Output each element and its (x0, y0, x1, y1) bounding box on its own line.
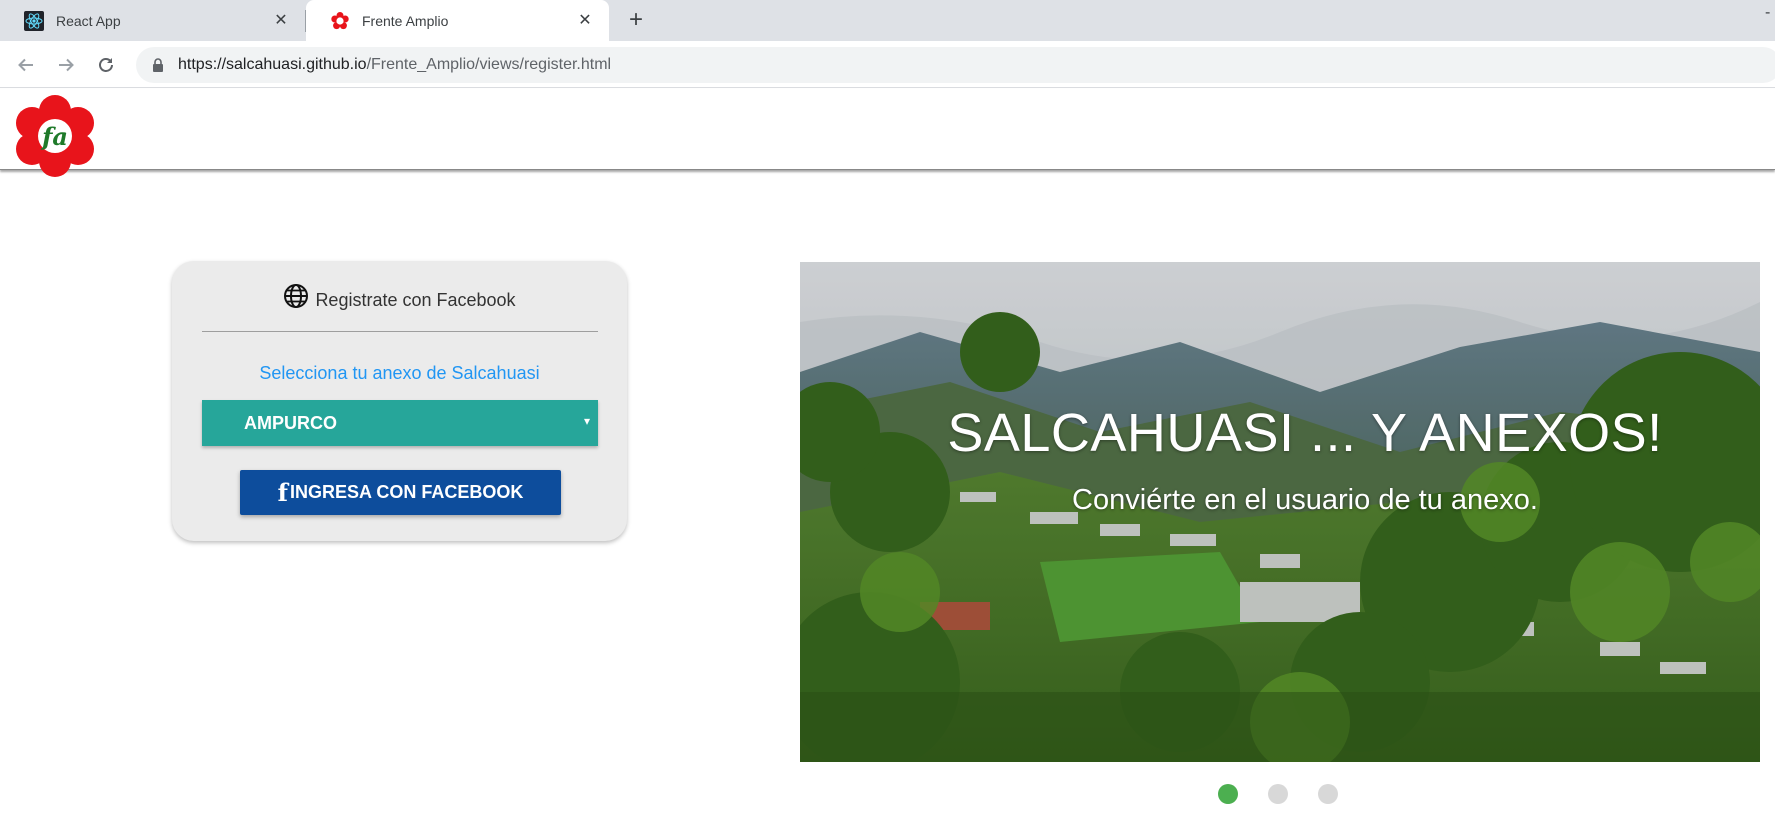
back-arrow-icon[interactable] (14, 53, 38, 77)
minimize-icon[interactable]: - (1765, 4, 1775, 21)
slider-dot-1[interactable] (1218, 784, 1238, 804)
tab-title: React App (56, 12, 121, 29)
slider-dot-2[interactable] (1268, 784, 1288, 804)
annex-select[interactable]: AMPURCO ▾ (202, 400, 598, 446)
react-icon (24, 10, 44, 31)
facebook-icon: f (277, 477, 288, 507)
new-tab-button[interactable]: + (624, 8, 648, 33)
close-tab-icon[interactable]: ✕ (271, 11, 291, 31)
slide-subtitle: Conviérte en el usuario de tu anexo. (1072, 484, 1538, 516)
facebook-login-button[interactable]: f INGRESA CON FACEBOOK (240, 470, 561, 515)
hero-slider[interactable]: SALCAHUASI ... Y ANEXOS! Conviérte en el… (800, 262, 1760, 762)
register-card: Registrate con Facebook Selecciona tu an… (172, 261, 627, 541)
slider-dot-3[interactable] (1318, 784, 1338, 804)
browser-tabstrip: React App ✕ Frente Amplio ✕ + - (0, 0, 1775, 41)
globe-icon (283, 283, 309, 309)
forward-arrow-icon[interactable] (54, 53, 78, 77)
slide-caption: SALCAHUASI ... Y ANEXOS! Conviérte en el… (800, 402, 1760, 517)
card-title-text: Registrate con Facebook (315, 290, 516, 310)
lock-icon (150, 57, 166, 73)
url-host: https://salcahuasi.github.io (178, 56, 367, 73)
card-title: Registrate con Facebook (172, 283, 627, 311)
annex-label: Selecciona tu anexo de Salcahuasi (259, 363, 540, 383)
url-path: /Frente_Amplio/views/register.html (366, 56, 612, 73)
chevron-down-icon: ▾ (583, 414, 590, 428)
svg-text:fa: fa (40, 122, 68, 151)
frente-amplio-flower-icon (330, 11, 350, 31)
frente-amplio-logo[interactable]: fa (12, 93, 98, 179)
address-bar[interactable]: https://salcahuasi.github.io/Frente_Ampl… (136, 47, 1775, 83)
facebook-login-label: INGRESA CON FACEBOOK (289, 482, 524, 502)
annex-selected-value: AMPURCO (244, 412, 337, 433)
slider-indicators (1218, 784, 1348, 804)
divider (202, 331, 598, 332)
reload-icon[interactable] (94, 53, 118, 77)
url-text: https://salcahuasi.github.io/Frente_Ampl… (178, 56, 611, 74)
slide-title: SALCAHUASI ... Y ANEXOS! (947, 403, 1663, 463)
site-header: fa (0, 89, 1775, 177)
tab-frente-amplio[interactable]: Frente Amplio ✕ (306, 0, 609, 41)
close-tab-icon[interactable]: ✕ (575, 11, 595, 31)
browser-toolbar: https://salcahuasi.github.io/Frente_Ampl… (0, 41, 1775, 88)
tab-title: Frente Amplio (362, 12, 449, 29)
tab-react-app[interactable]: React App ✕ (0, 0, 305, 41)
